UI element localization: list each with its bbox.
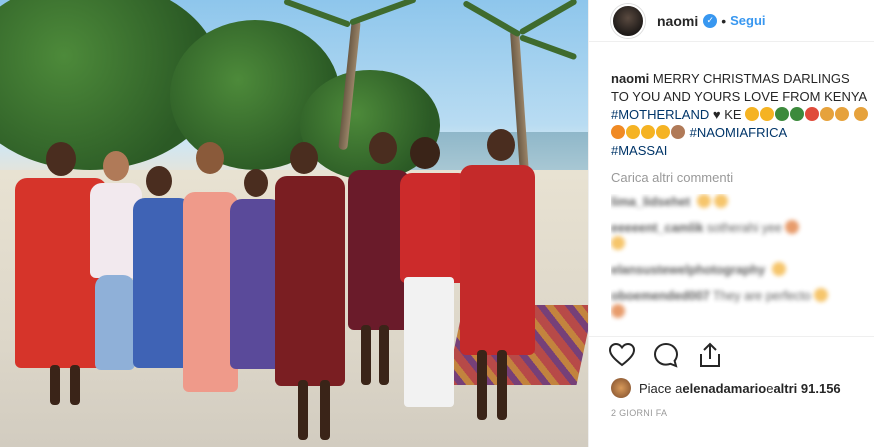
party-popper-emoji-icon <box>820 107 835 121</box>
comment-user[interactable]: elansustewelphotography <box>611 263 765 277</box>
kiss-emoji-icon <box>641 125 655 139</box>
liker-avatar[interactable] <box>611 378 631 398</box>
palm-frond <box>283 0 352 28</box>
palm-frond <box>518 34 578 61</box>
kiss-emoji-icon <box>745 107 760 121</box>
likes-line: Piace a elenadamario e altri 91.156 <box>611 378 841 398</box>
palm-frond <box>348 0 417 26</box>
follow-button[interactable]: Segui <box>730 13 765 28</box>
party-popper-emoji-icon <box>835 107 850 121</box>
santa-emoji-icon <box>805 107 820 121</box>
verified-badge-icon: ✓ <box>703 13 718 28</box>
post-header: naomi ✓ • Segui <box>589 0 874 42</box>
caption-author[interactable]: naomi <box>611 71 649 86</box>
action-bar <box>607 340 725 370</box>
comment-user[interactable]: lima_lidsehet <box>611 195 690 209</box>
username-link[interactable]: naomi <box>657 13 698 29</box>
comment-icon[interactable] <box>651 340 681 370</box>
comment-user[interactable]: eeeeent_camlik <box>611 221 703 235</box>
kiss-emoji-icon <box>656 125 670 139</box>
comment: lima_lidsehet <box>611 194 869 210</box>
comments-list[interactable]: lima_lidsehet eeeeent_camlik sotherahi y… <box>611 194 869 336</box>
christmas-tree-emoji-icon <box>775 107 790 121</box>
palm-frond <box>462 0 522 38</box>
share-icon[interactable] <box>695 340 725 370</box>
avatar[interactable] <box>611 3 645 38</box>
separator-dot: • <box>721 12 727 29</box>
post-photo[interactable] <box>0 0 588 447</box>
load-more-comments[interactable]: Carica altri commenti <box>611 170 733 185</box>
hashtag-massai[interactable]: #MASSAI <box>611 143 667 158</box>
kiss-emoji-icon <box>760 107 775 121</box>
comment: eeeeent_camlik sotherahi yee <box>611 220 869 252</box>
party-popper-emoji-icon <box>853 107 868 121</box>
post-caption: naomi MERRY CHRISTMAS DARLINGS TO YOU AN… <box>611 70 869 160</box>
praying-hands-emoji-icon <box>671 125 685 139</box>
hashtag-naomiafrica[interactable]: #NAOMIAFRICA <box>690 125 788 140</box>
heart-icon[interactable] <box>607 340 637 370</box>
kiss-emoji-icon <box>626 125 640 139</box>
liker-username[interactable]: elenadamario <box>682 381 766 396</box>
comment: oboemended007 They are perfecto <box>611 288 869 320</box>
post-sidebar: naomi ✓ • Segui naomi MERRY CHRISTMAS DA… <box>588 0 874 447</box>
star-struck-emoji-icon <box>611 125 625 139</box>
palm-frond <box>518 0 578 36</box>
hashtag-motherland[interactable]: #MOTHERLAND <box>611 107 709 122</box>
likes-count[interactable]: altri 91.156 <box>773 381 840 396</box>
divider <box>589 336 874 337</box>
caption-inline: ♥ KE <box>712 107 742 122</box>
comment: elansustewelphotography <box>611 262 869 278</box>
post-timestamp[interactable]: 2 GIORNI FA <box>611 408 667 418</box>
comment-user[interactable]: oboemended007 <box>611 289 710 303</box>
christmas-tree-emoji-icon <box>790 107 805 121</box>
caption-text: MERRY CHRISTMAS DARLINGS TO YOU AND YOUR… <box>611 71 867 104</box>
